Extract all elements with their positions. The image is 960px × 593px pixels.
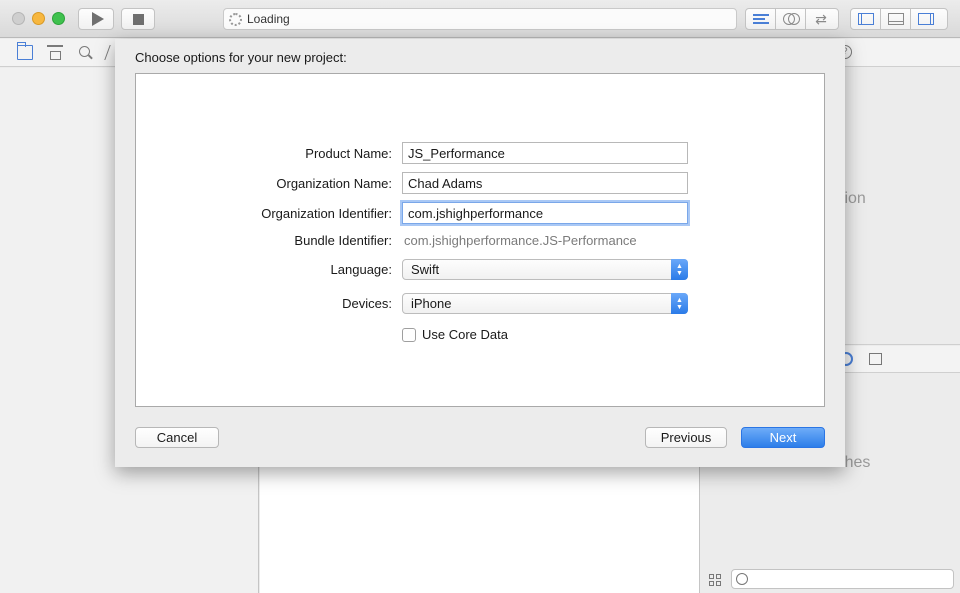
close-window-button[interactable] — [12, 12, 25, 25]
standard-editor-icon — [752, 14, 769, 24]
new-project-sheet: Choose options for your new project: Pro… — [115, 39, 845, 467]
organization-name-label: Organization Name: — [276, 176, 392, 191]
left-panel-icon — [857, 13, 874, 25]
devices-value: iPhone — [411, 296, 452, 311]
language-value: Swift — [411, 262, 440, 277]
search-icon[interactable] — [79, 46, 90, 57]
chevron-updown-icon: ▲ ▼ — [671, 259, 688, 280]
sheet-title: Choose options for your new project: — [135, 50, 347, 65]
spinner-icon — [229, 12, 242, 26]
organization-identifier-field[interactable]: com.jshighperformance — [402, 202, 688, 224]
language-popup[interactable]: Swift ▲ ▼ — [402, 259, 688, 280]
toggle-utilities-button[interactable] — [911, 9, 941, 29]
right-panel-icon — [918, 13, 934, 25]
hierarchy-icon[interactable] — [47, 45, 63, 60]
use-core-data-label: Use Core Data — [422, 327, 508, 342]
use-core-data-option[interactable]: Use Core Data — [402, 327, 508, 342]
stop-icon — [132, 13, 144, 25]
toggle-debug-area-button[interactable] — [881, 9, 911, 29]
stop-button[interactable] — [121, 8, 155, 30]
grid-view-icon[interactable] — [709, 574, 721, 586]
version-editor-icon: ⇄ — [815, 11, 827, 27]
library-filter-input[interactable] — [731, 569, 954, 589]
version-editor-button[interactable]: ⇄ — [806, 9, 836, 29]
activity-status-text: Loading — [247, 12, 290, 26]
standard-editor-button[interactable] — [746, 9, 776, 29]
product-name-label: Product Name: — [305, 146, 392, 161]
filter-icon — [736, 573, 748, 585]
cancel-button[interactable]: Cancel — [135, 427, 219, 448]
organization-name-field[interactable]: Chad Adams — [402, 172, 688, 194]
bottom-panel-icon — [887, 13, 904, 25]
editor-mode-control: ⇄ — [745, 8, 839, 30]
media-library-icon[interactable] — [869, 353, 882, 365]
bundle-identifier-value: com.jshighperformance.JS-Performance — [404, 233, 637, 248]
previous-button[interactable]: Previous — [645, 427, 727, 448]
next-button[interactable]: Next — [741, 427, 825, 448]
organization-identifier-label: Organization Identifier: — [261, 206, 392, 221]
activity-viewer: Loading — [223, 8, 737, 30]
devices-label: Devices: — [342, 296, 392, 311]
devices-popup[interactable]: iPhone ▲ ▼ — [402, 293, 688, 314]
view-toggle-control — [850, 8, 948, 30]
play-icon — [91, 12, 104, 26]
folder-icon[interactable] — [17, 42, 33, 60]
zoom-window-button[interactable] — [52, 12, 65, 25]
window-toolbar: Loading ⇄ — [0, 0, 960, 38]
toggle-navigator-button[interactable] — [851, 9, 881, 29]
minimize-window-button[interactable] — [32, 12, 45, 25]
bundle-identifier-label: Bundle Identifier: — [294, 233, 392, 248]
use-core-data-checkbox[interactable] — [402, 327, 416, 342]
assistant-editor-button[interactable] — [776, 9, 806, 29]
project-options-panel: Product Name: JS_Performance Organizatio… — [135, 73, 825, 407]
run-button[interactable] — [78, 8, 114, 30]
product-name-field[interactable]: JS_Performance — [402, 142, 688, 164]
language-label: Language: — [330, 262, 392, 277]
assistant-editor-icon — [782, 13, 800, 25]
chevron-updown-icon: ▲ ▼ — [671, 293, 688, 314]
